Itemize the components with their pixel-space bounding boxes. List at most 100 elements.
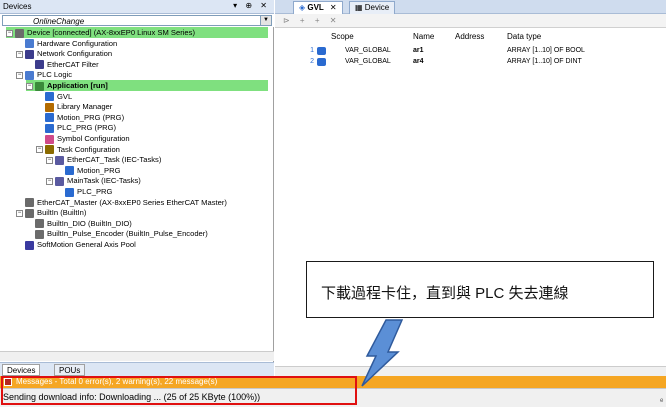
var-icon [317, 58, 326, 66]
tree-item-label: EtherCAT Filter [47, 59, 99, 69]
col-address[interactable]: Address [455, 30, 484, 44]
tree-item[interactable]: − BuiltIn (BuiltIn) [16, 207, 86, 218]
tree-expander-icon[interactable]: − [26, 82, 33, 90]
tree-item[interactable]: GVL [36, 91, 72, 102]
editor-tabbar: ◈ GVL ✕ ▦ Device [275, 0, 666, 14]
edge-mark: e [660, 398, 664, 404]
editor-toolbar[interactable]: ⊳ + + ✕ [275, 14, 666, 28]
online-change-field[interactable]: OnlineChange ▼ [2, 15, 272, 26]
tree-item[interactable]: Symbol Configuration [36, 133, 130, 144]
messages-summary: Messages - Total 0 error(s), 2 warning(s… [16, 377, 218, 386]
messages-bar[interactable]: Messages - Total 0 error(s), 2 warning(s… [0, 376, 666, 388]
tree-item-label: EtherCAT_Master (AX-8xxEP0 Series EtherC… [37, 197, 227, 207]
close-icon[interactable]: ✕ [330, 3, 337, 12]
editor-scrollbar[interactable] [275, 366, 666, 376]
tree-expander-icon[interactable]: − [6, 29, 13, 37]
tree-item-label: BuiltIn_Pulse_Encoder (BuiltIn_Pulse_Enc… [47, 229, 208, 239]
tree-item[interactable]: Motion_PRG [56, 165, 120, 176]
table-row[interactable]: 2 VAR_GLOBAL ar4 ARRAY [1..10] OF DINT [275, 57, 666, 67]
col-datatype[interactable]: Data type [507, 30, 541, 44]
plc-logic-icon [25, 70, 34, 80]
tree-expander-icon[interactable]: − [16, 71, 23, 79]
hardware-icon [25, 39, 34, 49]
network-icon [35, 60, 44, 70]
tab-gvl[interactable]: ◈ GVL ✕ [293, 1, 343, 14]
tree-item[interactable]: − EtherCAT_Task (IEC-Tasks) [46, 154, 161, 165]
tree-item[interactable]: Motion_PRG (PRG) [36, 112, 124, 123]
devices-pane: Devices ▾ ⊕ ✕ OnlineChange ▼ − Device [co… [0, 0, 274, 376]
tree-item[interactable]: − Application [run] [26, 80, 268, 91]
tab-gvl-label: GVL [307, 3, 324, 12]
tree-item[interactable]: − Device [connected] (AX-8xxEP0 Linux SM … [6, 27, 268, 38]
tab-device[interactable]: ▦ Device [349, 1, 396, 14]
tree-item[interactable]: PLC_PRG [56, 186, 112, 197]
pou-ref-icon [65, 187, 74, 197]
device-icon [35, 229, 44, 239]
tree-item[interactable]: EtherCAT_Master (AX-8xxEP0 Series EtherC… [16, 197, 227, 208]
cell-scope: VAR_GLOBAL [345, 58, 391, 65]
tab-pous[interactable]: POUs [54, 364, 86, 376]
tree-item[interactable]: − MainTask (IEC-Tasks) [46, 175, 141, 186]
tree-item[interactable]: PLC_PRG (PRG) [36, 122, 116, 133]
pou-icon [45, 113, 54, 123]
tree-item[interactable]: − Task Configuration [36, 144, 120, 155]
cell-scope: VAR_GLOBAL [345, 47, 391, 54]
tree-item-label: EtherCAT_Task (IEC-Tasks) [67, 155, 162, 165]
tree-expander-icon[interactable]: − [46, 177, 53, 185]
tree-item[interactable]: EtherCAT Filter [26, 59, 99, 70]
pou-icon [45, 123, 54, 133]
pane-controls[interactable]: ▾ ⊕ ✕ [233, 1, 270, 10]
tree-item[interactable]: − PLC Logic [16, 69, 72, 80]
tree-item-label: BuiltIn (BuiltIn) [37, 208, 87, 218]
status-bar: Sending download info: Downloading ... (… [0, 388, 666, 407]
application-icon [35, 81, 44, 91]
tree-item-label: MainTask (IEC-Tasks) [67, 176, 141, 186]
tree-item[interactable]: Hardware Configuration [16, 38, 117, 49]
tree-item-label: Motion_PRG (PRG) [57, 112, 125, 122]
tree-expander-icon[interactable]: − [16, 50, 23, 58]
var-icon [317, 47, 326, 55]
cell-datatype: ARRAY [1..10] OF DINT [507, 58, 582, 65]
tree-item-label: Task Configuration [57, 144, 120, 154]
tree-item-label: Network Configuration [37, 49, 113, 59]
tree-item-label: Application [run] [47, 81, 108, 90]
task-icon [55, 176, 64, 186]
task-icon [55, 155, 64, 165]
tree-item[interactable]: BuiltIn_Pulse_Encoder (BuiltIn_Pulse_Enc… [26, 228, 208, 239]
lightning-bolt-icon [361, 319, 404, 387]
tree-item[interactable]: BuiltIn_DIO (BuiltIn_DIO) [26, 218, 132, 229]
tree-expander-icon[interactable]: − [46, 156, 53, 164]
tree-item-label: Library Manager [57, 102, 113, 112]
symbol-icon [45, 134, 54, 144]
cell-name: ar1 [413, 47, 424, 54]
horizontal-scrollbar[interactable] [0, 351, 274, 361]
tree-item-label: PLC Logic [37, 70, 73, 80]
network-icon [25, 49, 34, 59]
tree-expander-icon[interactable]: − [16, 209, 23, 217]
tree-item[interactable]: SoftMotion General Axis Pool [16, 239, 136, 250]
tree-item-label: Hardware Configuration [37, 38, 118, 48]
devices-pane-header: Devices ▾ ⊕ ✕ [0, 0, 274, 14]
col-name[interactable]: Name [413, 30, 434, 44]
tab-devices[interactable]: Devices [2, 364, 41, 376]
col-scope[interactable]: Scope [331, 30, 354, 44]
library-icon [45, 102, 54, 112]
tree-item[interactable]: Library Manager [36, 101, 112, 112]
callout-text: 下載過程卡住，直到與 PLC 失去連線 [321, 285, 569, 302]
device-icon: ▦ [355, 3, 365, 12]
table-row[interactable]: 1 VAR_GLOBAL ar1 ARRAY [1..10] OF BOOL [275, 46, 666, 56]
tree-item-label: PLC_PRG [77, 187, 113, 196]
tree-item-label: Motion_PRG [77, 165, 121, 175]
tree-item-label: BuiltIn_DIO (BuiltIn_DIO) [47, 218, 132, 228]
grid-header: Scope Name Address Data type [275, 30, 666, 44]
tree-item-label: Device [connected] (AX-8xxEP0 Linux SM S… [27, 28, 195, 37]
device-tree-selector[interactable]: OnlineChange ▼ [0, 14, 274, 27]
gvl-icon [45, 92, 54, 102]
axis-pool-icon [25, 240, 34, 250]
tree-expander-icon[interactable]: − [36, 146, 43, 154]
tree-item-label: GVL [57, 91, 73, 101]
devices-pane-title: Devices [3, 2, 32, 11]
line-number: 2 [310, 58, 314, 65]
chevron-down-icon[interactable]: ▼ [260, 16, 271, 25]
tree-item[interactable]: − Network Configuration [16, 48, 112, 59]
